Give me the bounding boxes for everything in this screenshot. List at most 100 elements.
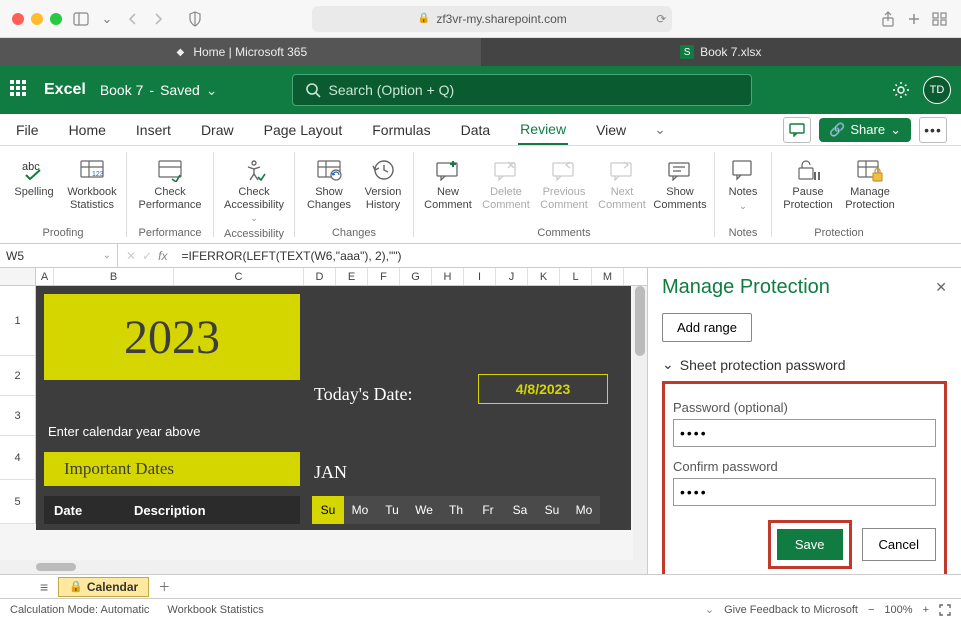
- confirm-formula-icon[interactable]: ✓: [142, 249, 152, 263]
- workbook-stats-label[interactable]: Workbook Statistics: [167, 604, 263, 616]
- column-header-G[interactable]: G: [400, 268, 432, 285]
- shield-icon[interactable]: [186, 10, 204, 28]
- zoom-level[interactable]: 100%: [884, 604, 912, 616]
- column-header-H[interactable]: H: [432, 268, 464, 285]
- dow-cell[interactable]: Mo: [344, 496, 376, 524]
- dow-cell[interactable]: Su: [536, 496, 568, 524]
- column-header-F[interactable]: F: [368, 268, 400, 285]
- document-title[interactable]: Book 7 - Saved ⌄: [100, 82, 218, 99]
- confirm-password-input[interactable]: [673, 478, 936, 506]
- tab-insert[interactable]: Insert: [134, 116, 173, 144]
- app-launcher-icon[interactable]: [10, 80, 30, 100]
- workbook-stats-button[interactable]: 123Workbook Statistics: [66, 154, 118, 213]
- dow-cell[interactable]: Th: [440, 496, 472, 524]
- tab-draw[interactable]: Draw: [199, 116, 236, 144]
- tab-data[interactable]: Data: [459, 116, 493, 144]
- column-header-M[interactable]: M: [592, 268, 624, 285]
- column-header-K[interactable]: K: [528, 268, 560, 285]
- cancel-formula-icon[interactable]: ✕: [126, 249, 136, 263]
- dow-cell[interactable]: Fr: [472, 496, 504, 524]
- row-header-1[interactable]: 1: [0, 286, 36, 356]
- tab-book7[interactable]: S Book 7.xlsx: [481, 38, 961, 66]
- notes-button[interactable]: Notes⌄: [723, 154, 763, 213]
- tab-home[interactable]: Home: [67, 116, 108, 144]
- column-header-J[interactable]: J: [496, 268, 528, 285]
- share-icon[interactable]: [879, 10, 897, 28]
- sheet-password-section-toggle[interactable]: ⌄Sheet protection password: [662, 356, 947, 373]
- sidebar-toggle-icon[interactable]: [72, 10, 90, 28]
- save-button[interactable]: Save: [777, 529, 843, 560]
- todays-date-cell[interactable]: 4/8/2023: [478, 374, 608, 404]
- version-history-button[interactable]: Version History: [361, 154, 405, 213]
- column-header-C[interactable]: C: [174, 268, 304, 285]
- column-header-B[interactable]: B: [54, 268, 174, 285]
- column-header-L[interactable]: L: [560, 268, 592, 285]
- more-options-button[interactable]: •••: [919, 117, 947, 143]
- row-header-3[interactable]: 3: [0, 396, 36, 436]
- name-box[interactable]: W5⌄: [0, 244, 118, 267]
- column-header-E[interactable]: E: [336, 268, 368, 285]
- tab-formulas[interactable]: Formulas: [370, 116, 432, 144]
- tab-view[interactable]: View: [594, 116, 628, 144]
- password-input[interactable]: [673, 419, 936, 447]
- dow-cell[interactable]: Su: [312, 496, 344, 524]
- tab-home-m365[interactable]: ◆ Home | Microsoft 365: [0, 38, 481, 66]
- scrollbar-thumb[interactable]: [36, 563, 76, 571]
- show-comments-button[interactable]: Show Comments: [654, 154, 706, 213]
- close-window-button[interactable]: [12, 13, 24, 25]
- new-tab-icon[interactable]: [905, 10, 923, 28]
- manage-protection-button[interactable]: Manage Protection: [842, 154, 898, 213]
- dow-cell[interactable]: We: [408, 496, 440, 524]
- formula-input[interactable]: =IFERROR(LEFT(TEXT(W6,"aaa"), 2),""): [175, 249, 961, 263]
- reload-icon[interactable]: ⟳: [656, 12, 666, 26]
- chevron-down-icon[interactable]: ⌄: [654, 121, 666, 138]
- tab-page-layout[interactable]: Page Layout: [262, 116, 345, 144]
- feedback-link[interactable]: Give Feedback to Microsoft: [724, 604, 858, 616]
- fullscreen-icon[interactable]: [939, 604, 951, 616]
- help-icon[interactable]: ⌄: [705, 603, 714, 616]
- sheet-tab-calendar[interactable]: 🔒 Calendar: [58, 577, 149, 597]
- row-header-4[interactable]: 4: [0, 436, 36, 480]
- address-bar[interactable]: 🔒 zf3vr-my.sharepoint.com ⟳: [312, 6, 672, 32]
- dow-cell[interactable]: Sa: [504, 496, 536, 524]
- select-all-corner[interactable]: [0, 268, 36, 285]
- back-icon[interactable]: [124, 10, 142, 28]
- close-pane-icon[interactable]: ✕: [935, 279, 947, 296]
- comments-toggle-button[interactable]: [783, 117, 811, 143]
- check-performance-button[interactable]: Check Performance: [135, 154, 205, 213]
- calc-mode-label[interactable]: Calculation Mode: Automatic: [10, 604, 149, 616]
- pause-protection-button[interactable]: Pause Protection: [780, 154, 836, 213]
- year-cell[interactable]: 2023: [44, 294, 300, 380]
- spelling-button[interactable]: abcSpelling: [8, 154, 60, 201]
- maximize-window-button[interactable]: [50, 13, 62, 25]
- fx-icon[interactable]: fx: [158, 249, 167, 263]
- column-header-D[interactable]: D: [304, 268, 336, 285]
- check-accessibility-button[interactable]: Check Accessibility⌄: [222, 154, 286, 226]
- user-avatar[interactable]: TD: [923, 76, 951, 104]
- share-button[interactable]: 🔗Share⌄: [819, 118, 911, 142]
- zoom-out-button[interactable]: −: [868, 604, 874, 616]
- row-header-5[interactable]: 5: [0, 480, 36, 524]
- vertical-scrollbar[interactable]: [633, 286, 647, 560]
- tab-review[interactable]: Review: [518, 115, 568, 145]
- zoom-in-button[interactable]: +: [923, 604, 929, 616]
- row-header-2[interactable]: 2: [0, 356, 36, 396]
- horizontal-scrollbar[interactable]: [0, 560, 647, 574]
- tab-file[interactable]: File: [14, 116, 41, 144]
- scrollbar-thumb[interactable]: [635, 286, 645, 356]
- forward-icon[interactable]: [150, 10, 168, 28]
- dow-cell[interactable]: Tu: [376, 496, 408, 524]
- chevron-down-icon[interactable]: ⌄: [98, 10, 116, 28]
- all-sheets-button[interactable]: ≡: [36, 579, 52, 595]
- dow-cell[interactable]: Mo: [568, 496, 600, 524]
- column-header-I[interactable]: I: [464, 268, 496, 285]
- cancel-button[interactable]: Cancel: [862, 528, 936, 561]
- new-comment-button[interactable]: New Comment: [422, 154, 474, 213]
- minimize-window-button[interactable]: [31, 13, 43, 25]
- column-header-A[interactable]: A: [36, 268, 54, 285]
- search-input[interactable]: Search (Option + Q): [292, 74, 752, 106]
- add-sheet-button[interactable]: ＋: [155, 578, 173, 596]
- tabs-overview-icon[interactable]: [931, 10, 949, 28]
- show-changes-button[interactable]: Show Changes: [303, 154, 355, 213]
- settings-icon[interactable]: [891, 80, 911, 100]
